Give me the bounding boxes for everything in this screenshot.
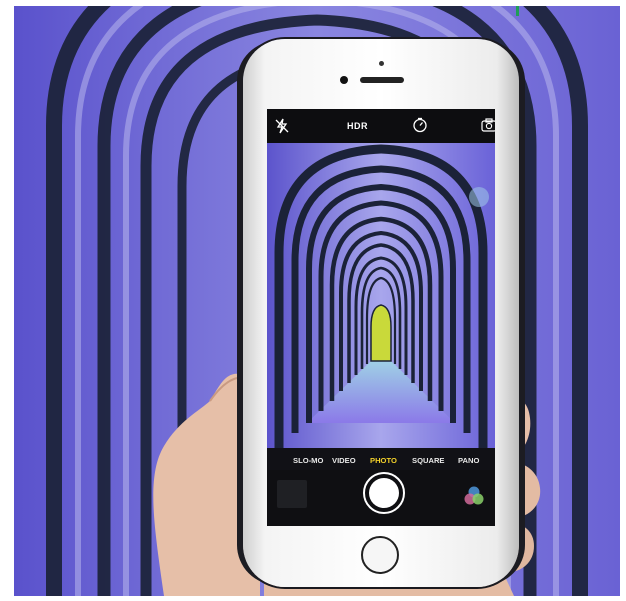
hdr-toggle[interactable]: HDR [347,121,368,131]
mode-square[interactable]: SQUARE [412,456,445,465]
phone-screen: HDR SLO-MO VIDEO PHOTO SQUARE PANO [267,109,495,526]
flash-off-icon[interactable] [275,118,289,134]
camera-topbar: HDR [267,109,495,143]
front-camera [340,76,348,84]
shutter-button[interactable] [363,472,405,514]
shutter-inner [369,478,399,508]
timer-icon[interactable] [412,117,428,133]
filters-icon[interactable] [463,485,485,507]
home-button[interactable] [361,536,399,574]
earpiece-speaker [360,77,404,83]
accent-line [516,6,519,16]
photo-scene: HDR SLO-MO VIDEO PHOTO SQUARE PANO [14,6,620,596]
mode-pano[interactable]: PANO [458,456,479,465]
last-photo-thumbnail[interactable] [277,480,307,508]
mode-slo-mo[interactable]: SLO-MO [293,456,323,465]
camera-viewfinder[interactable] [267,143,495,448]
phone: HDR SLO-MO VIDEO PHOTO SQUARE PANO [243,39,519,587]
mode-photo[interactable]: PHOTO [370,456,397,465]
camera-flip-icon[interactable] [481,118,495,132]
proximity-sensor [379,61,384,66]
camera-controls [267,470,495,526]
mode-video[interactable]: VIDEO [332,456,356,465]
camera-mode-selector: SLO-MO VIDEO PHOTO SQUARE PANO [267,452,495,470]
